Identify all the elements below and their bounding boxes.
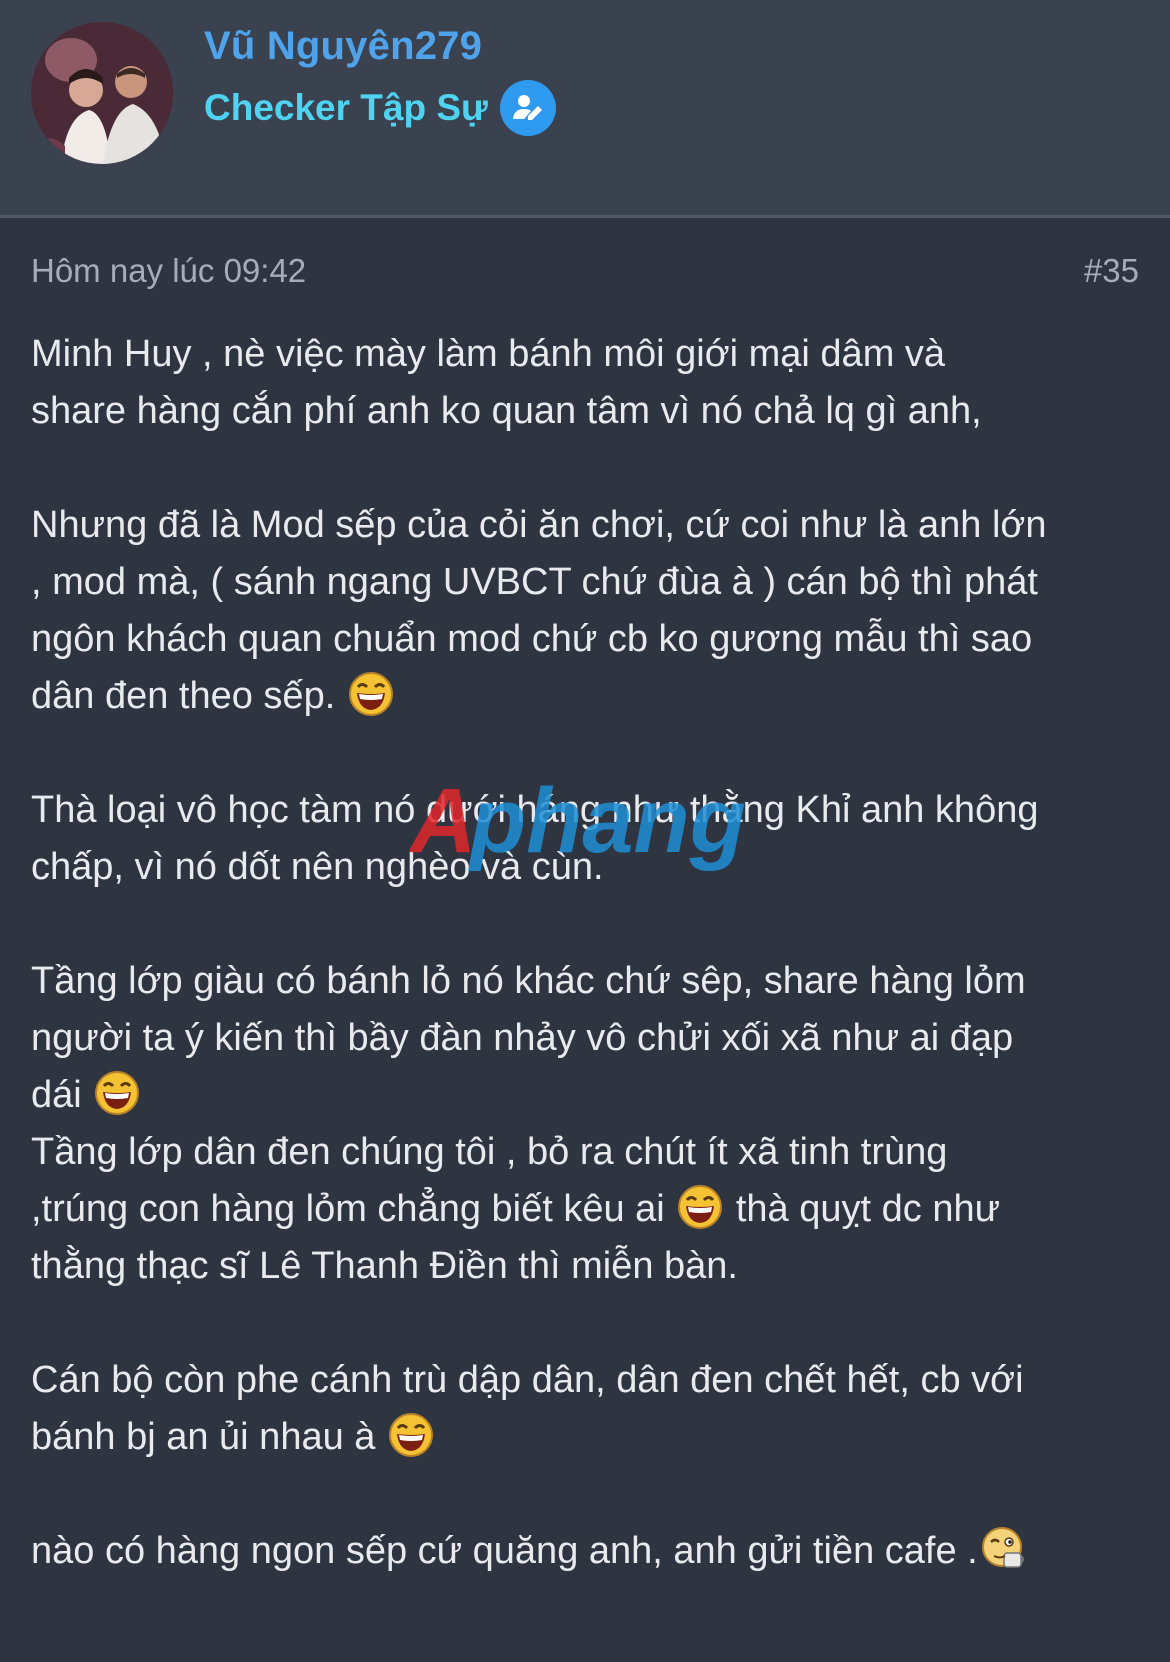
post-text-line: ngôn khách quan chuẩn mod chứ cb ko gươn… [31,611,1146,668]
post-text: người ta ý kiến thì bầy đàn nhảy vô chửi… [31,1017,1014,1059]
avatar-photo-icon [31,22,173,164]
post-text: ,trúng con hàng lỏm chẳng biết kêu ai [31,1188,676,1230]
post-text: nào có hàng ngon sếp cứ quăng anh, anh g… [31,1530,978,1572]
post-text-line: Nhưng đã là Mod sếp của cỏi ăn chơi, cứ … [31,497,1146,554]
post-text: , mod mà, ( sánh ngang UVBCT chứ đùa à )… [31,561,1038,603]
post-text: Tầng lớp dân đen chúng tôi , bỏ ra chút … [31,1131,948,1173]
post-text-line: , mod mà, ( sánh ngang UVBCT chứ đùa à )… [31,554,1146,611]
laughing-emoji-icon [388,1413,433,1457]
post-text: Nhưng đã là Mod sếp của cỏi ăn chơi, cứ … [31,504,1047,546]
laughing-emoji-icon [95,1071,140,1115]
post-text: chấp, vì nó dốt nên nghèo và cùn. [31,846,604,888]
post-author-header: Vũ Nguyên279 Checker Tập Sự [0,0,1170,218]
laughing-emoji-icon [678,1185,723,1229]
post-text-line: người ta ý kiến thì bầy đàn nhảy vô chửi… [31,1010,1146,1067]
post-text-line: chấp, vì nó dốt nên nghèo và cùn. [31,839,1146,896]
post-text: thà quỵt dc như [725,1188,1001,1230]
post-text-line: bánh bj an ủi nhau à [31,1409,1146,1466]
post-text-line: Tầng lớp dân đen chúng tôi , bỏ ra chút … [31,1124,1146,1181]
post-text-line: thằng thạc sĩ Lê Thanh Điền thì miễn bàn… [31,1238,1146,1295]
author-rank: Checker Tập Sự [204,87,488,128]
post-text-line: ,trúng con hàng lỏm chẳng biết kêu ai th… [31,1181,1146,1238]
post-text-line: Minh Huy , nè việc mày làm bánh môi giới… [31,326,1146,383]
post-text: Minh Huy , nè việc mày làm bánh môi giới… [31,333,946,375]
post-timestamp[interactable]: Hôm nay lúc 09:42 [31,252,306,290]
post-text-line: Tầng lớp giàu có bánh lỏ nó khác chứ sêp… [31,953,1146,1010]
post-text: Thà loại vô học tàm nó dưới háng như thằ… [31,789,1039,831]
coffee-sip-emoji-icon [981,1527,1024,1568]
laughing-emoji-icon [348,672,393,716]
post-text-line: share hàng cắn phí anh ko quan tâm vì nó… [31,383,1146,440]
post-text-line: dân đen theo sếp. [31,668,1146,725]
post-number[interactable]: #35 [1084,252,1139,290]
post-text: dân đen theo sếp. [31,675,346,717]
user-edit-icon [499,80,556,136]
post-text: ngôn khách quan chuẩn mod chứ cb ko gươn… [31,618,1033,660]
post-text-line: Thà loại vô học tàm nó dưới háng như thằ… [31,782,1146,839]
post-text: bánh bj an ủi nhau à [31,1416,386,1458]
post-text: dái [31,1074,93,1116]
post-text-line: dái [31,1067,1146,1124]
post-text: share hàng cắn phí anh ko quan tâm vì nó… [31,390,982,432]
post-text: Cán bộ còn phe cánh trù dập dân, dân đen… [31,1359,1024,1401]
post-text: Tầng lớp giàu có bánh lỏ nó khác chứ sêp… [31,960,1026,1002]
post-text-line: nào có hàng ngon sếp cứ quăng anh, anh g… [31,1523,1146,1580]
author-avatar[interactable] [31,22,173,164]
post-text-line: Cán bộ còn phe cánh trù dập dân, dân đen… [31,1352,1146,1409]
post-text: thằng thạc sĩ Lê Thanh Điền thì miễn bàn… [31,1245,738,1287]
post-content: Minh Huy , nè việc mày làm bánh môi giới… [31,326,1146,1580]
author-username[interactable]: Vũ Nguyên279 [204,24,482,69]
author-rank-row: Checker Tập Sự [204,80,556,136]
